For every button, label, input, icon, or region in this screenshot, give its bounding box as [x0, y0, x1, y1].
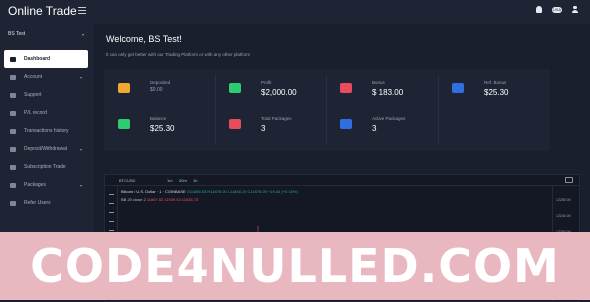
sidebar-item-account[interactable]: Account ▾ [0, 68, 94, 86]
bell-icon[interactable] [536, 6, 542, 13]
nav-icon [10, 74, 16, 80]
interval-30m[interactable]: 30m [179, 178, 187, 183]
stat-label: Profit [261, 80, 272, 85]
stat-card: Deposited $0.00 [104, 77, 214, 113]
app-title[interactable]: Online Trade [8, 4, 77, 18]
sidebar-item-dashboard[interactable]: Dashboard [4, 50, 88, 68]
stat-value: $0.00 [150, 87, 163, 93]
axis-tick-label: 12280.00 [556, 198, 571, 202]
chevron-down-icon: ▾ [79, 182, 82, 188]
sidebar-item-packages[interactable]: Packages ▾ [0, 176, 94, 194]
stat-card: Bonus $ 183.00 [326, 77, 436, 113]
stat-card: Total Packages 3 [215, 113, 325, 149]
stat-label: Deposited [150, 80, 171, 85]
stat-card: Active Packages 3 [326, 113, 436, 149]
nav-icon [10, 92, 16, 98]
sidebar-item-label: P/L record [24, 110, 47, 116]
nav-icon [10, 182, 16, 188]
stat-value: 3 [261, 124, 266, 133]
sidebar-item-label: Refer Users [24, 200, 51, 206]
coins-icon [118, 119, 130, 129]
sidebar-item-label: Subscription Trade [24, 164, 66, 170]
language-flag-icon[interactable]: USA [552, 6, 562, 13]
sidebar-item-label: Support [24, 92, 42, 98]
sidebar-item-subscription-trade[interactable]: Subscription Trade [0, 158, 94, 176]
sidebar-item-p-l-record[interactable]: P/L record [0, 104, 94, 122]
gift-icon [340, 83, 352, 93]
stats-panel: Deposited $0.00 Profit $2,000.00 Bonus $ 183.… [104, 69, 550, 151]
sidebar-item-label: Packages [24, 182, 46, 188]
stat-label: Ref. Bonus [484, 80, 507, 85]
interval-1m[interactable]: 1m [167, 178, 173, 183]
money-icon [229, 83, 241, 93]
chevron-down-icon[interactable]: ▾ [82, 32, 84, 37]
axis-tick-label: 12240.00 [556, 214, 571, 218]
stat-value: $ 183.00 [372, 88, 404, 97]
chevron-down-icon: ▾ [79, 74, 82, 80]
download-icon [118, 83, 130, 93]
sidebar-item-label: Dashboard [24, 56, 51, 62]
page-subtitle: It can only get better with our Trading … [106, 52, 251, 57]
watermark-banner: CODE4NULLED.COM [0, 232, 590, 300]
nav-icon [10, 56, 16, 62]
menu-toggle-icon[interactable] [78, 7, 86, 16]
stat-value: $25.30 [150, 124, 175, 133]
stat-label: Bonus [372, 80, 385, 85]
sidebar-item-refer-users[interactable]: Refer Users [0, 194, 94, 212]
stat-value: 3 [372, 124, 377, 133]
nav-icon [10, 200, 16, 206]
sidebar-item-label: Deposit/Withdrawal [24, 146, 68, 152]
sidebar-item-transactions-history[interactable]: Transactions history [0, 122, 94, 140]
stat-label: Total Packages [261, 116, 292, 121]
watermark-text: CODE4NULLED.COM [30, 239, 560, 293]
stat-value: $2,000.00 [261, 88, 297, 97]
sidebar-item-label: Account [24, 74, 43, 80]
nav-icon [10, 146, 16, 152]
chevron-down-icon: ▾ [79, 146, 82, 152]
chart-toolbar: BTCUSD 1m 30m 1h [105, 175, 579, 186]
sidebar-item-support[interactable]: Support [0, 86, 94, 104]
nav-icon [10, 128, 16, 134]
stat-label: Balance [150, 116, 167, 121]
sidebar-item-label: Transactions history [24, 128, 69, 134]
interval-1h[interactable]: 1h [193, 178, 197, 183]
top-bar: Online Trade USA [0, 0, 590, 24]
envelope-open-icon [340, 119, 352, 129]
nav-icon [10, 164, 16, 170]
account-name[interactable]: BS Test [8, 31, 25, 37]
stat-card: Profit $2,000.00 [215, 77, 325, 113]
retweet-icon [452, 83, 464, 93]
envelope-icon [229, 119, 241, 129]
sidebar-item-deposit-withdrawal[interactable]: Deposit/Withdrawal ▾ [0, 140, 94, 158]
nav-icon [10, 110, 16, 116]
stat-value: $25.30 [484, 88, 509, 97]
camera-icon[interactable] [565, 177, 573, 183]
user-icon[interactable] [572, 6, 578, 13]
chart-symbol[interactable]: BTCUSD [119, 178, 135, 183]
stat-label: Active Packages [372, 116, 406, 121]
sidebar-nav: Dashboard Account ▾ Support P/L record Transa… [0, 50, 94, 212]
stat-card: Balance $25.30 [104, 113, 214, 149]
page-title: Welcome, BS Test! [106, 34, 182, 44]
stat-card: Ref. Bonus $25.30 [438, 77, 548, 113]
